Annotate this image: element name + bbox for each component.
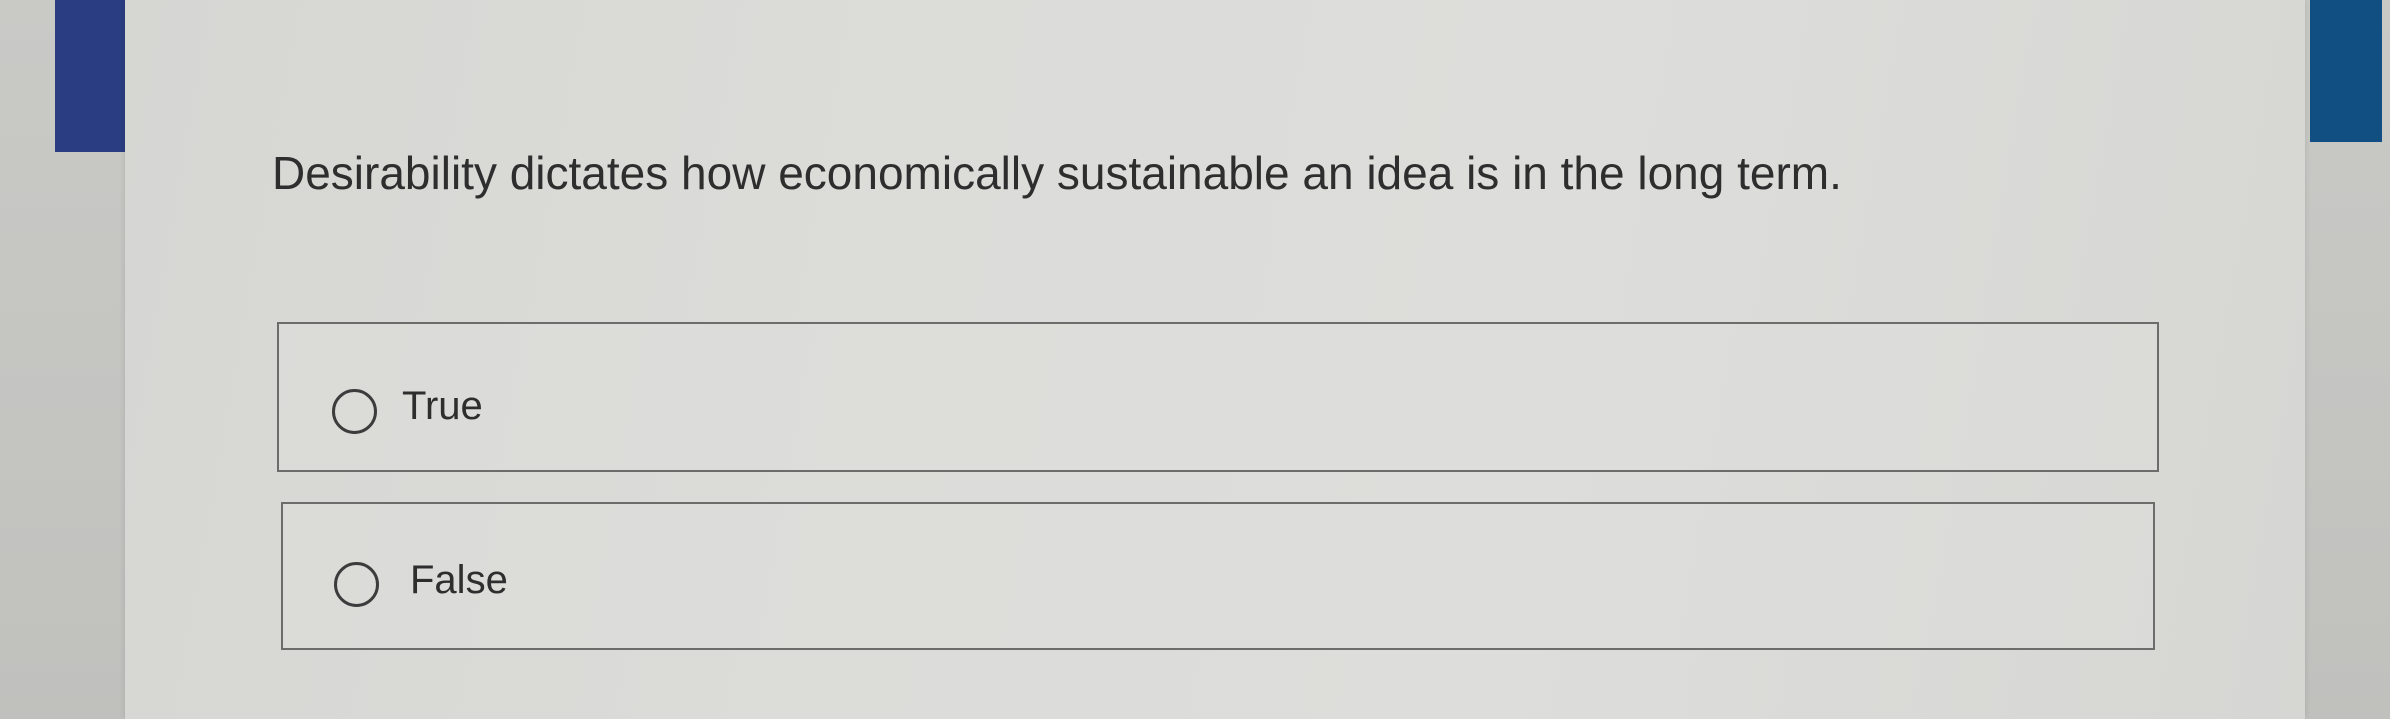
question-card: Desirability dictates how economically s…: [125, 0, 2305, 719]
answer-option-true[interactable]: True: [277, 322, 2159, 472]
answer-option-false[interactable]: False: [281, 502, 2155, 650]
radio-unchecked-icon[interactable]: [334, 562, 379, 607]
header-band-right: [2310, 0, 2382, 142]
answer-option-label: False: [410, 558, 508, 602]
header-band-left: [55, 0, 125, 152]
answer-option-label: True: [402, 384, 483, 428]
question-text: Desirability dictates how economically s…: [272, 147, 1842, 199]
radio-unchecked-icon[interactable]: [332, 389, 377, 434]
